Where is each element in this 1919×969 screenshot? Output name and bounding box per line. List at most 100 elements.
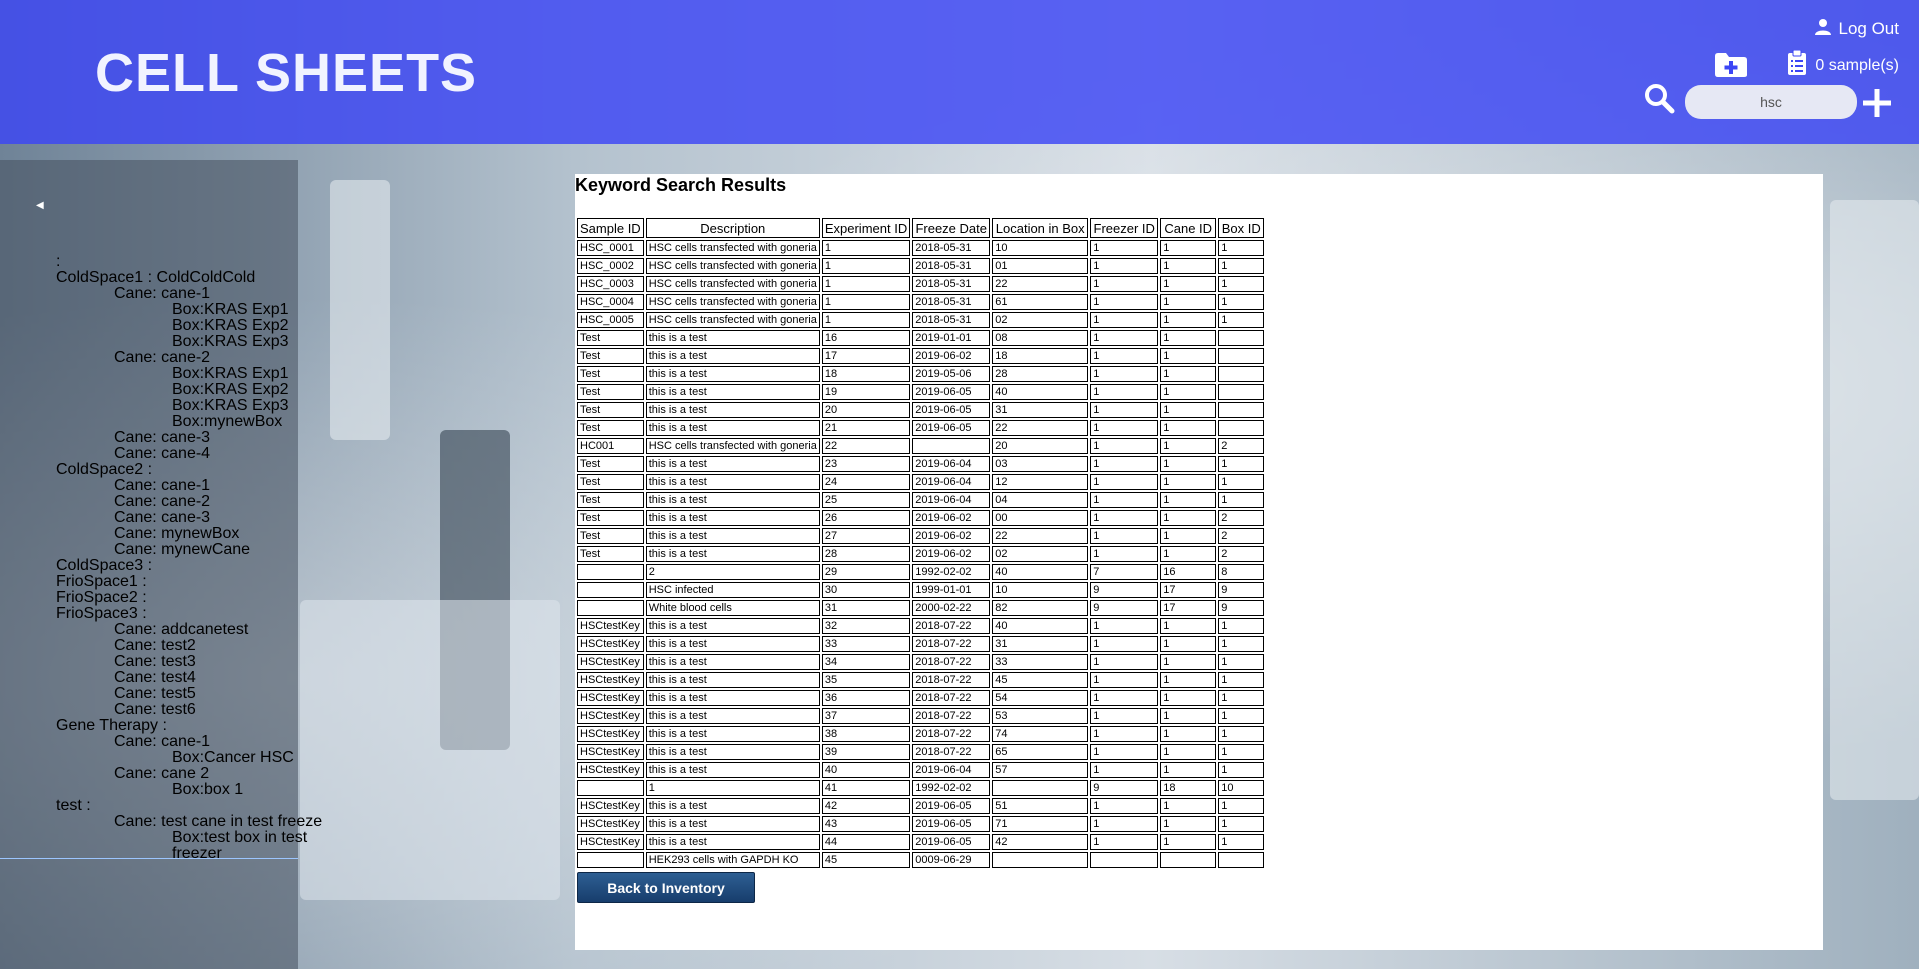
tree-cane-item[interactable]: Cane: test cane in test freeze — [0, 814, 322, 830]
table-cell: 74 — [992, 726, 1089, 742]
table-cell: 27 — [821, 528, 911, 544]
tree-box-item[interactable]: Box:KRAS Exp2 — [0, 382, 298, 398]
column-header: Cane ID — [1160, 218, 1217, 238]
tree-box-item[interactable]: Box:KRAS Exp1 — [0, 366, 298, 382]
tree-space-item[interactable]: FrioSpace1 : — [0, 574, 298, 590]
search-icon[interactable] — [1643, 82, 1675, 119]
tree-box-item[interactable]: Box:test box in test — [0, 830, 307, 846]
tree-cane-item[interactable]: Cane: cane-3 — [0, 510, 298, 526]
table-cell: 1 — [1218, 654, 1265, 670]
table-cell: 18 — [992, 348, 1089, 364]
tree-cane-item[interactable]: Cane: test3 — [0, 654, 298, 670]
tree-box-item[interactable]: Box:KRAS Exp3 — [0, 334, 298, 350]
tree-space-item[interactable]: ColdSpace1 : ColdColdCold — [0, 270, 298, 286]
tree-cane-item[interactable]: Cane: cane-3 — [0, 430, 298, 446]
table-cell: 1 — [1218, 474, 1265, 490]
tree-box-item[interactable]: Box:KRAS Exp1 — [0, 302, 298, 318]
table-cell: 1 — [1218, 834, 1265, 850]
bg-bottle — [330, 180, 390, 440]
table-row: Test this is a test 28 2019-06-02 02 1 1 2 — [577, 546, 1265, 562]
folder-add-icon[interactable] — [1714, 52, 1748, 83]
table-cell: 65 — [992, 744, 1089, 760]
table-cell: Test — [577, 420, 644, 436]
table-cell: 2018-05-31 — [912, 312, 991, 328]
tree-cane-item[interactable]: Cane: cane 2 — [0, 766, 298, 782]
table-cell: 39 — [821, 744, 911, 760]
tree-box-item[interactable]: Box:box 1 — [0, 782, 298, 798]
tree-cane-item[interactable]: Cane: cane-1 — [0, 734, 298, 750]
table-cell: 22 — [821, 438, 911, 454]
tree-space-item[interactable]: : — [0, 254, 298, 270]
tree-cane-item[interactable]: Cane: cane-4 — [0, 446, 298, 462]
sample-cart[interactable]: 0 sample(s) — [1787, 49, 1899, 81]
table-cell: 1 — [1090, 348, 1159, 364]
table-cell: 40 — [992, 618, 1089, 634]
tree-box-item[interactable]: freezer — [0, 846, 298, 862]
tree-cane-item[interactable]: Cane: test5 — [0, 686, 298, 702]
table-cell: this is a test — [645, 510, 820, 526]
table-cell: 2019-06-04 — [912, 474, 991, 490]
table-row: Test this is a test 26 2019-06-02 00 1 1 2 — [577, 510, 1265, 526]
app-header: CELL SHEETS Log Out 0 sample(s) — [0, 0, 1919, 144]
tree-cane-item[interactable]: Cane: mynewBox — [0, 526, 298, 542]
table-cell: 2018-07-22 — [912, 636, 991, 652]
table-cell: HSCtestKey — [577, 834, 644, 850]
back-to-inventory-button[interactable]: Back to Inventory — [577, 872, 755, 903]
table-cell: 40 — [821, 762, 911, 778]
search-input[interactable] — [1685, 85, 1857, 119]
table-cell: 16 — [1160, 564, 1217, 580]
tree-box-item[interactable]: Box:KRAS Exp2 — [0, 318, 298, 334]
table-cell: 28 — [992, 366, 1089, 382]
tree-box-item[interactable]: Box:Cancer HSC — [0, 750, 298, 766]
tree-box-item[interactable]: Box:KRAS Exp3 — [0, 398, 298, 414]
table-cell: 1992-02-02 — [912, 564, 991, 580]
tree-space-item[interactable]: test : — [0, 798, 298, 814]
table-cell: 2018-07-22 — [912, 726, 991, 742]
table-cell: 23 — [821, 456, 911, 472]
tree-cane-item[interactable]: Cane: cane-2 — [0, 350, 298, 366]
table-cell: 2 — [645, 564, 820, 580]
tree-box-item[interactable]: Box:mynewBox — [0, 414, 298, 430]
table-cell: 2019-06-02 — [912, 546, 991, 562]
tree-cane-item[interactable]: Cane: test4 — [0, 670, 298, 686]
tree-cane-item[interactable]: Cane: cane-1 — [0, 286, 298, 302]
tree-cane-item[interactable]: Cane: mynewCane — [0, 542, 298, 558]
tree-space-item[interactable]: ColdSpace2 : — [0, 462, 298, 478]
table-cell: 1 — [1090, 690, 1159, 706]
table-row: HSCtestKey this is a test 36 2018-07-22 54 1 1… — [577, 690, 1265, 706]
table-cell: 1 — [1160, 240, 1217, 256]
tree-cane-item[interactable]: Cane: cane-2 — [0, 494, 298, 510]
table-cell: this is a test — [645, 834, 820, 850]
tree-cane-item[interactable]: Cane: cane-1 — [0, 478, 298, 494]
tree-space-item[interactable]: ColdSpace3 : — [0, 558, 298, 574]
table-cell: HSCtestKey — [577, 726, 644, 742]
table-cell: Test — [577, 402, 644, 418]
tree-cane-item[interactable]: Cane: test2 — [0, 638, 298, 654]
plus-icon[interactable] — [1862, 88, 1892, 123]
tree-space-item[interactable]: Gene Therapy : — [0, 718, 298, 734]
table-cell: 1 — [1090, 762, 1159, 778]
table-cell: HSC cells transfected with goneria — [645, 276, 820, 292]
table-cell: 71 — [992, 816, 1089, 832]
table-cell: 04 — [992, 492, 1089, 508]
table-cell: 1 — [1160, 348, 1217, 364]
table-cell: 42 — [821, 798, 911, 814]
tree-space-item[interactable]: FrioSpace3 : — [0, 606, 298, 622]
table-cell: 2019-06-02 — [912, 528, 991, 544]
table-cell: 1 — [821, 294, 911, 310]
tree-cane-item[interactable]: Cane: addcanetest — [0, 622, 298, 638]
table-cell: HSC_0002 — [577, 258, 644, 274]
tree-cane-item[interactable]: Cane: test6 — [0, 702, 298, 718]
table-cell — [1218, 384, 1265, 400]
logout-link[interactable]: Log Out — [1814, 18, 1899, 40]
tree-space-item[interactable]: FrioSpace2 : — [0, 590, 298, 606]
clipboard-icon — [1787, 49, 1807, 81]
table-cell: 1 — [1160, 456, 1217, 472]
table-cell: 1 — [1160, 816, 1217, 832]
chevron-left-icon[interactable]: ◀ — [36, 200, 44, 211]
table-cell: Test — [577, 330, 644, 346]
table-cell: 2018-05-31 — [912, 276, 991, 292]
table-cell: 43 — [821, 816, 911, 832]
results-table: Sample ID Description Experiment ID Freeze … — [575, 216, 1266, 870]
table-cell: 1 — [1218, 672, 1265, 688]
